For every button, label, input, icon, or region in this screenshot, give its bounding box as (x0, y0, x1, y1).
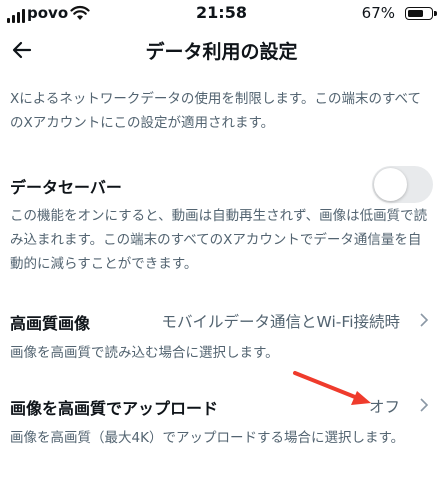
description-line: この機能をオンにすると、動画は自動再生されず、画像は低画質で読 (10, 208, 428, 224)
battery-icon (405, 7, 437, 20)
toggle-knob (374, 168, 407, 201)
hq-upload-description: 画像を高画質（最大4K）でアップロードする場合に選択します。 (10, 430, 405, 446)
chevron-right-icon (420, 313, 429, 327)
hq-images-label: 高画質画像 (10, 314, 91, 333)
intro-line: のXアカウントにこの設定が適用されます。 (10, 115, 275, 131)
status-bar: povo 21:58 67% (0, 0, 443, 28)
hq-images-row[interactable]: 高画質画像 モバイルデータ通信とWi-Fi接続時 (0, 300, 443, 340)
annotation-arrow-icon (293, 371, 371, 405)
chevron-right-icon (420, 398, 429, 412)
battery-percent: 67% (361, 4, 395, 22)
description-line: み込まれます。この端末のすべてのXアカウントでデータ通信量を自 (10, 232, 422, 248)
intro-line: Xによるネットワークデータの使用を制限します。この端末のすべて (10, 91, 422, 107)
hq-images-description: 画像を高画質で読み込む場合に選択します。 (10, 345, 279, 361)
data-saver-description: この機能をオンにすると、動画は自動再生されず、画像は低画質で読 み込まれます。こ… (10, 204, 435, 276)
hq-upload-label: 画像を高画質でアップロード (10, 399, 219, 418)
description-line: 動的に減らすことができます。 (10, 256, 198, 272)
hq-images-value: モバイルデータ通信とWi-Fi接続時 (161, 313, 400, 331)
intro-description: Xによるネットワークデータの使用を制限します。この端末のすべて のXアカウントに… (10, 87, 435, 135)
data-saver-toggle[interactable] (372, 166, 433, 203)
data-saver-label: データセーバー (10, 178, 122, 197)
page-title: データ利用の設定 (145, 41, 298, 63)
